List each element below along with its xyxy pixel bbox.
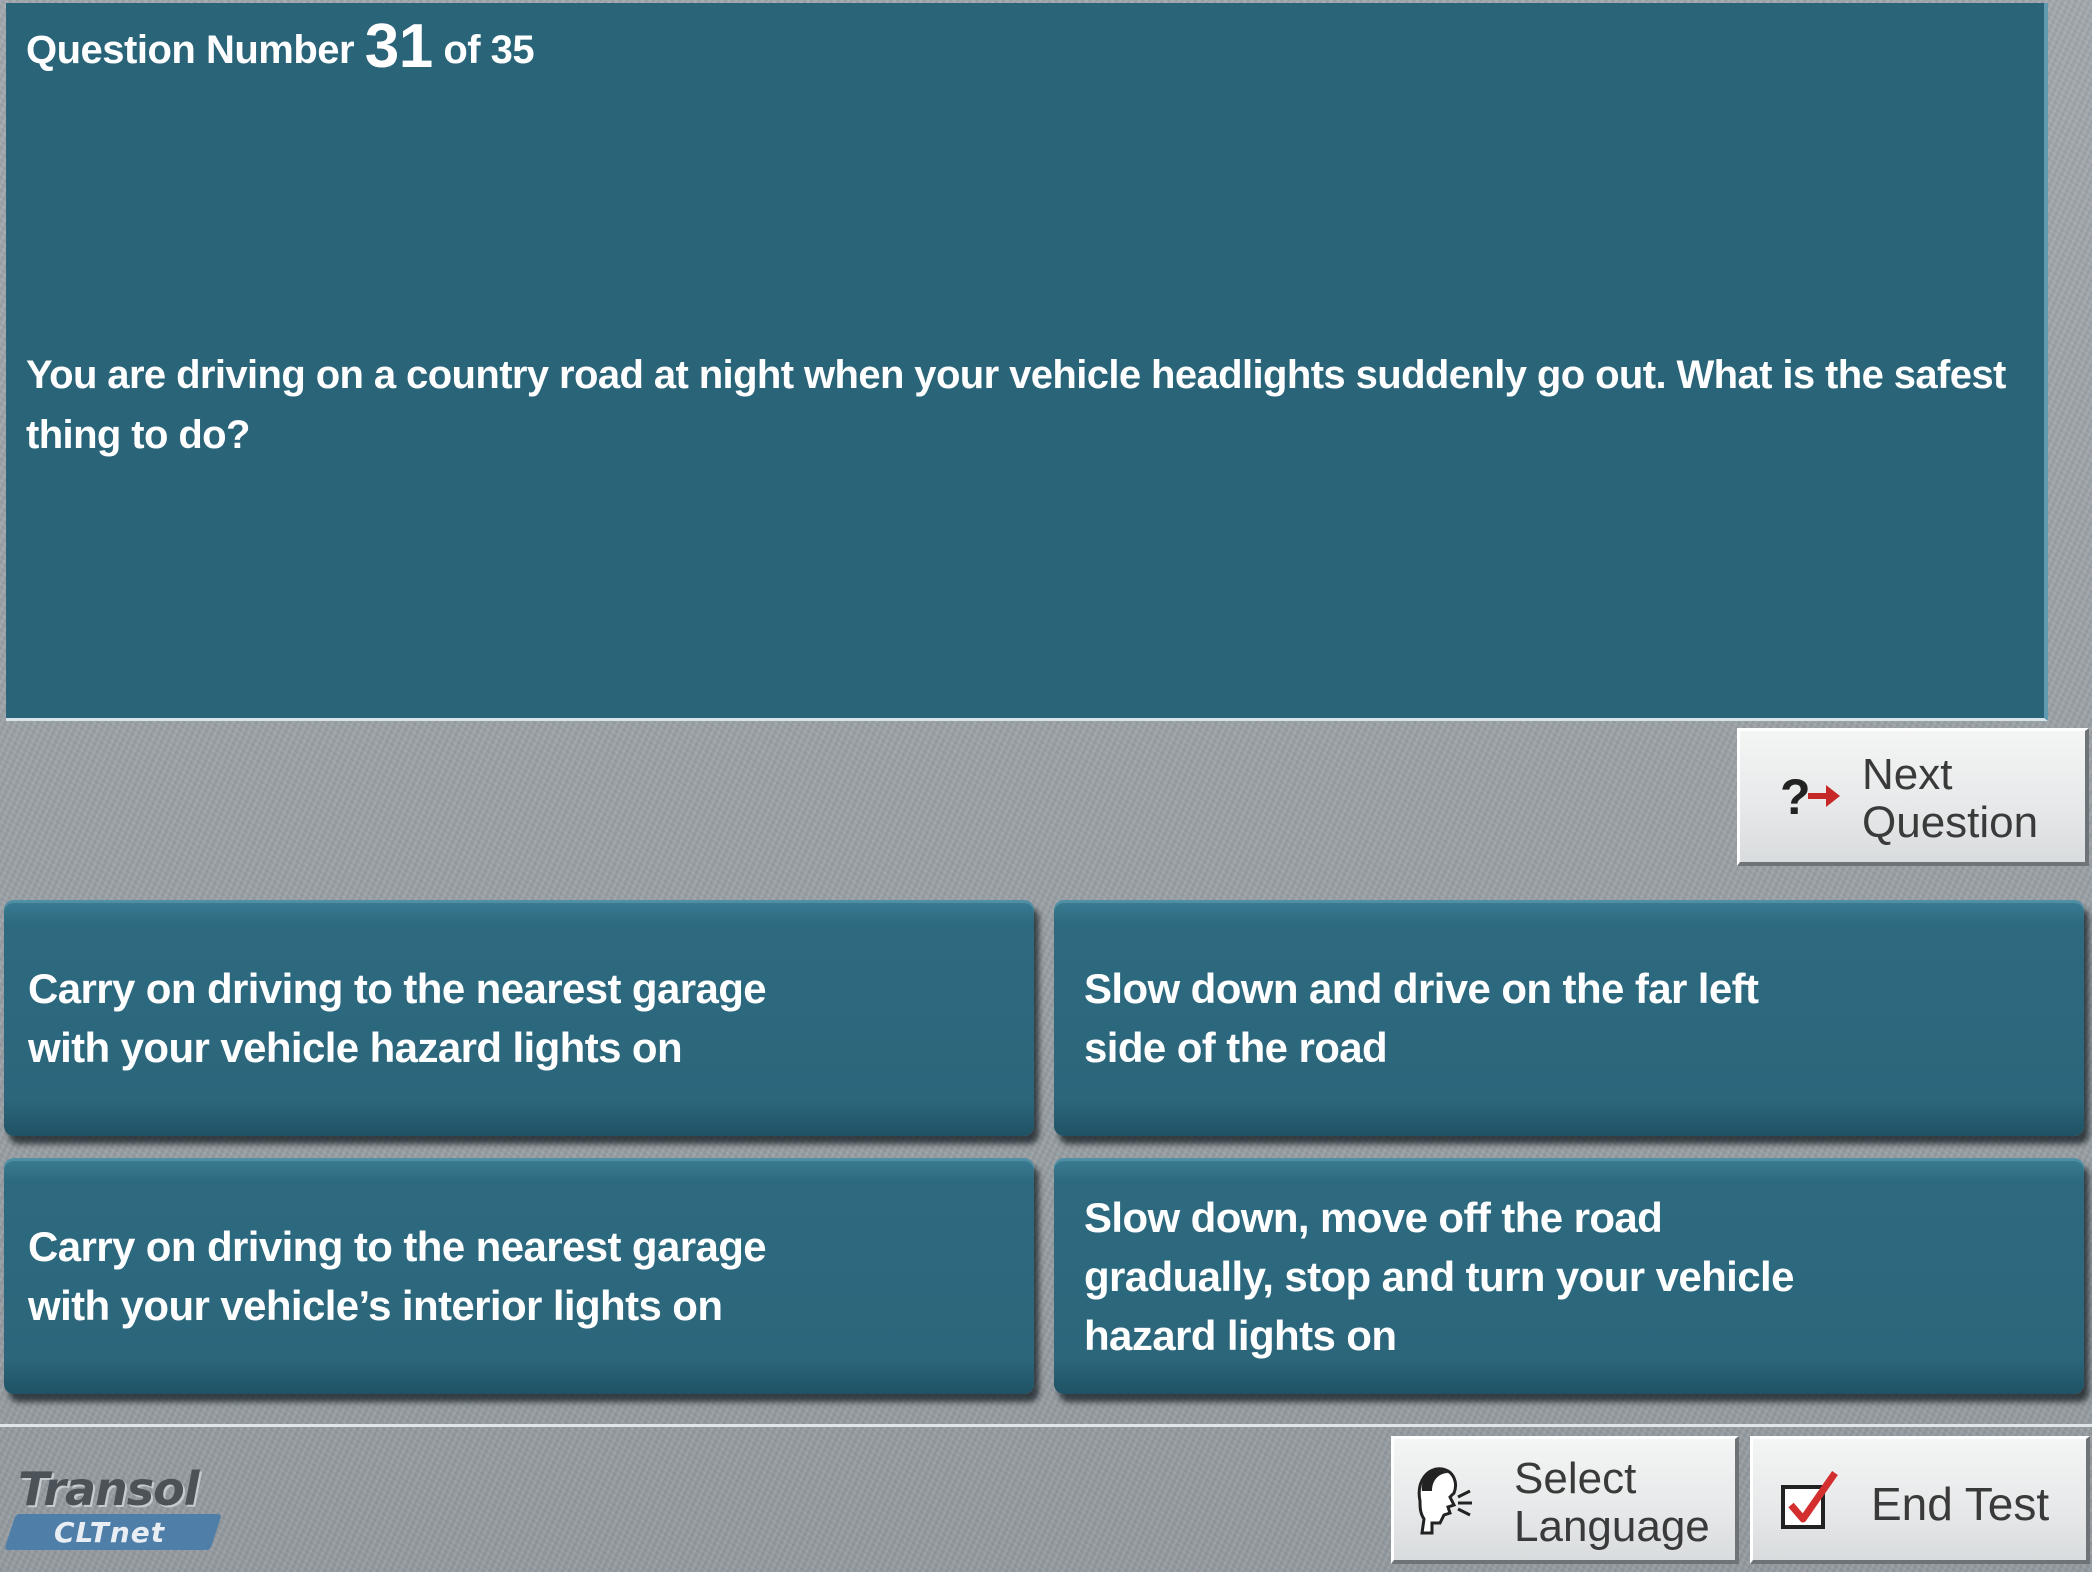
language-label-line1: Select [1514, 1454, 1637, 1503]
answer-text: Slow down and drive on the far left side… [1084, 965, 1759, 1071]
next-question-button[interactable]: ? Next Question [1737, 728, 2089, 866]
next-question-label: Next Question [1862, 751, 2038, 847]
question-number-value: 31 [364, 12, 433, 81]
svg-text:?: ? [1780, 769, 1811, 825]
next-label-line1: Next [1862, 750, 1953, 799]
end-test-label: End Test [1871, 1478, 2050, 1530]
select-language-button[interactable]: Select Language [1391, 1436, 1739, 1564]
question-counter: Question Number 31 of 35 [26, 11, 535, 82]
answer-option-3[interactable]: Carry on driving to the nearest garage w… [4, 1158, 1034, 1394]
footer-divider [0, 1424, 2092, 1427]
answer-option-4[interactable]: Slow down, move off the road gradually, … [1054, 1158, 2084, 1394]
select-language-label: Select Language [1514, 1455, 1710, 1551]
question-number-total: of 35 [443, 28, 535, 72]
answer-text: Slow down, move off the road gradually, … [1084, 1193, 1794, 1359]
checkbox-tick-icon [1781, 1471, 1838, 1529]
logo-subtext: CLTnet [54, 1516, 166, 1549]
transol-logo: Transol CLTnet [4, 1462, 230, 1552]
answer-option-1[interactable]: Carry on driving to the nearest garage w… [4, 900, 1034, 1136]
next-label-line2: Question [1862, 798, 2039, 847]
answer-text: Carry on driving to the nearest garage w… [28, 1223, 767, 1329]
question-number-prefix: Question Number [26, 28, 355, 72]
question-arrow-icon: ? [1780, 769, 1840, 825]
speaking-head-icon [1417, 1467, 1472, 1535]
question-panel: Question Number 31 of 35 You are driving… [6, 3, 2048, 721]
end-test-button[interactable]: End Test [1750, 1436, 2090, 1564]
language-label-line2: Language [1514, 1502, 1710, 1551]
answer-text: Carry on driving to the nearest garage w… [28, 965, 767, 1071]
question-text: You are driving on a country road at nig… [26, 353, 2006, 457]
answer-option-2[interactable]: Slow down and drive on the far left side… [1054, 900, 2084, 1136]
logo-wordmark: Transol [18, 1462, 200, 1516]
